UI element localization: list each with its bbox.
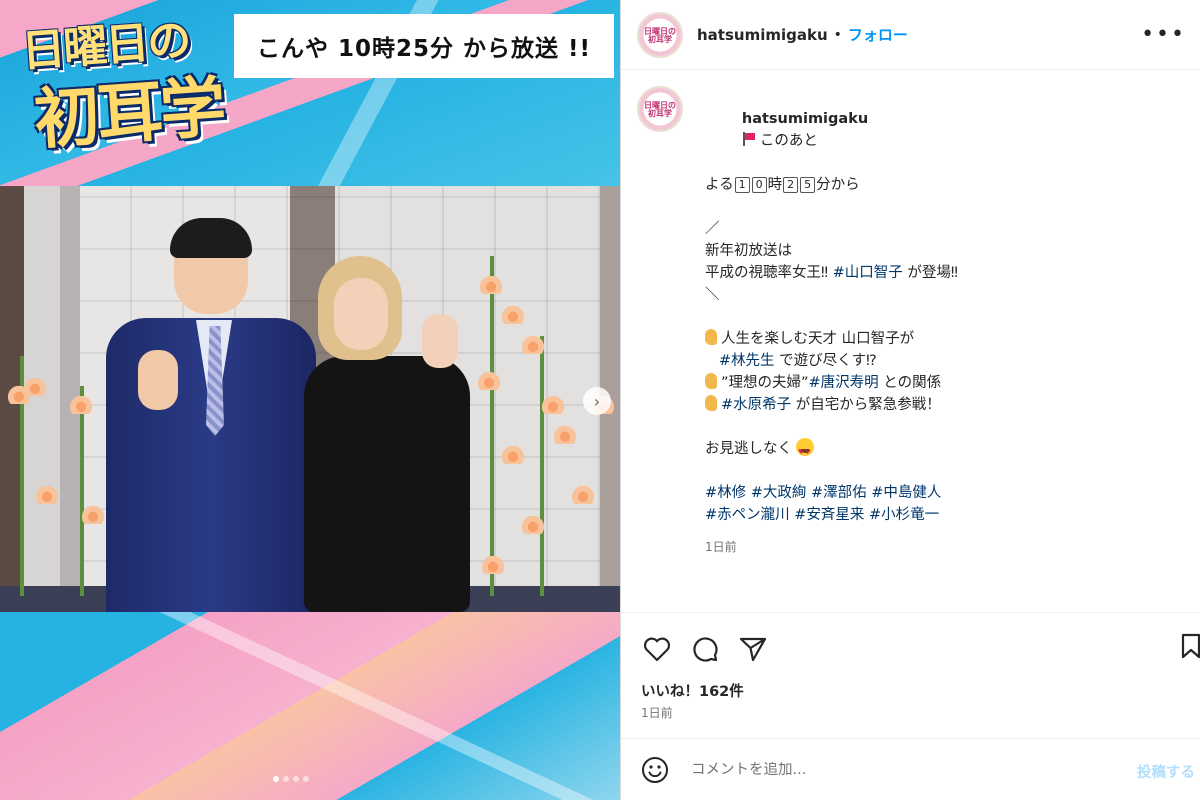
bullet-1: 人生を楽しむ天才 山口智子が [705,328,958,350]
follow-button[interactable]: フォロー [848,24,908,45]
more-horizontal-icon[interactable]: ••• [1141,22,1186,47]
caption-avatar-text: 日曜日の初耳学 [644,100,676,118]
closing-text: お見逃しなく [705,441,792,457]
flower-stem [540,336,544,596]
caption-line-4: 平成の視聴率女王‼ #山口智子 が登場‼ [705,262,958,284]
lily-flower [22,378,48,396]
show-logo: 日曜日の 初耳学 [19,1,239,165]
caption-time: 1日前 [705,540,737,554]
caption-line-2-suffix: 分から [816,177,860,193]
hashtag-link[interactable]: #林先生 [719,353,775,369]
bullet-3: #水原希子 が自宅から緊急参戦！ [705,394,958,416]
share-button[interactable] [737,633,769,665]
comment-icon [693,637,718,662]
smiley-icon [642,756,668,783]
like-button[interactable] [641,633,673,665]
action-icons [641,633,769,665]
lily-flower [500,306,526,324]
lily-flower [520,516,546,534]
caption-line-2-hour: 時 [767,177,783,193]
red-flag-icon [742,132,756,146]
slash-open: ／ [705,221,720,237]
lily-flower [480,556,506,574]
hashtag-link[interactable]: #唐沢寿明 [809,375,879,391]
comment-button[interactable] [689,633,721,665]
header-separator: • [833,26,842,43]
closing-line: お見逃しなく [705,438,958,463]
caption-avatar[interactable]: 日曜日の初耳学 [637,86,683,132]
caption-username[interactable]: hatsumimigaku [742,111,868,127]
hashtag-link[interactable]: #水原希子 [721,397,791,413]
lily-flower [552,426,578,444]
bullet-1-cont: #林先生 で遊び尽くす⁉ [705,350,958,372]
caption-text: hatsumimigaku このあと よる 1 0 時 2 5 分から ／ 新年初放送は 平… [705,86,958,558]
post-panel: 日曜日の初耳学 hatsumimigaku • フォロー ••• 日曜日の初耳学… [620,0,1200,800]
hashtags-line-1[interactable]: #林修 #大政絢 #澤部佑 #中島健人 [705,482,958,504]
digit-keycap: 0 [751,177,767,193]
hashtags-line-2[interactable]: #赤ペン瀧川 #安斉星来 #小杉竜一 [705,504,958,526]
lily-flower [478,276,504,294]
flower-stem [490,256,494,596]
hashtag-link[interactable]: #山口智子 [833,265,903,281]
post-timestamp: 1日前 [641,706,673,720]
ear-icon [705,329,717,345]
logo-line-2: 初耳学 [31,67,226,159]
digit-keycap: 1 [734,177,750,193]
lily-flower [540,396,566,414]
carousel-dot [283,776,289,782]
carousel-dot [303,776,309,782]
female-guest [300,256,480,612]
ear-icon [705,373,717,389]
save-button[interactable] [1181,633,1200,665]
avatar-text: 日曜日の初耳学 [644,25,676,44]
bullet-1-suffix: で遊び尽くす⁉ [774,353,877,369]
lily-flower [570,486,596,504]
male-host [96,218,316,612]
header-username[interactable]: hatsumimigaku [697,26,828,44]
caption-line-4-suffix: が登場‼ [902,265,958,281]
flower-stem [80,386,84,596]
carousel-indicator [273,776,309,782]
send-icon [739,637,767,662]
background-bottom-band [0,612,620,800]
caption-line-4-prefix: 平成の視聴率女王‼ [705,265,833,281]
lily-flower [520,336,546,354]
bullet-1-text: 人生を楽しむ天才 山口智子が [721,331,915,347]
post-media[interactable]: 日曜日の 初耳学 こんや 10時25分 から放送 !! › [0,0,620,800]
post-caption: 日曜日の初耳学 hatsumimigaku このあと よる 1 0 時 2 5 分から ／ … [637,86,1177,558]
digit-keycap: 5 [800,177,816,193]
carousel-next-button[interactable]: › [583,387,611,415]
caption-line-2: よる 1 0 時 2 5 分から [705,174,958,196]
lily-flower [500,446,526,464]
lily-flower [68,396,94,414]
carousel-dot [273,776,279,782]
broadcast-time-banner: こんや 10時25分 から放送 !! [234,14,614,78]
heart-icon [643,637,671,662]
comment-input[interactable] [691,761,1111,778]
bullet-3-suffix: が自宅から緊急参戦！ [791,397,941,413]
bullet-2-prefix: ”理想の夫婦” [721,375,809,391]
comment-bar: 投稿する [621,738,1200,800]
carousel-dot [293,776,299,782]
caption-line-3: 新年初放送は [705,243,792,259]
action-bar [621,612,1200,662]
lily-flower [34,486,60,504]
slash-close: ＼ [705,287,720,303]
ear-icon [705,395,717,411]
photo-two-hosts [0,186,620,612]
digit-keycap: 2 [783,177,799,193]
caption-line-1: このあと [759,133,818,149]
bullet-2: ”理想の夫婦”#唐沢寿明 との関係 [705,372,958,394]
bookmark-icon [1181,633,1200,659]
account-avatar[interactable]: 日曜日の初耳学 [637,11,683,58]
caption-line-2-prefix: よる [705,177,734,193]
post-header: 日曜日の初耳学 hatsumimigaku • フォロー ••• [621,0,1200,70]
likes-count[interactable]: いいね！162件 [641,680,744,701]
post-comment-button[interactable]: 投稿する [1137,761,1195,782]
bullet-2-suffix: との関係 [878,375,942,391]
heart-eyes-emoji-icon [796,438,814,463]
emoji-button[interactable] [641,756,669,784]
chevron-right-icon: › [593,391,601,411]
